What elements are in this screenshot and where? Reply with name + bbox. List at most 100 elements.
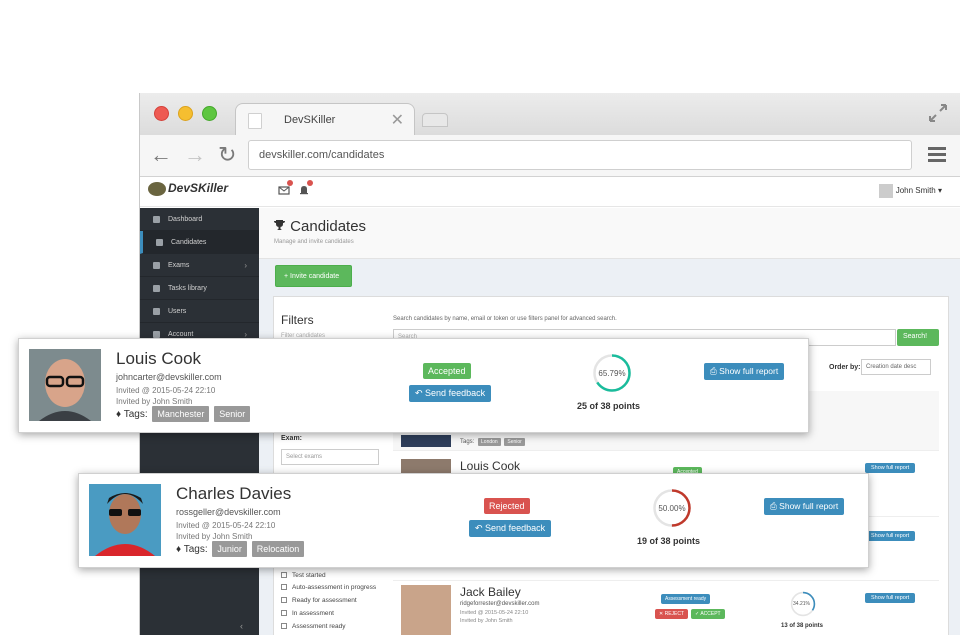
candidate-name[interactable]: Jack Bailey <box>460 585 521 599</box>
candidate-name[interactable]: Louis Cook <box>116 349 201 369</box>
screenshot-stage: DevSKiller ✕ ← → ↻ devskiller.com/candid… <box>0 0 960 635</box>
envelope-icon[interactable] <box>278 180 293 195</box>
candidate-photo <box>89 484 161 556</box>
candidate-photo <box>401 435 451 447</box>
score-percent: 50.00% <box>658 504 686 513</box>
score-percent: 34.21% <box>793 601 810 607</box>
show-report-button[interactable]: Show full report <box>865 593 916 603</box>
browser-tab[interactable]: DevSKiller ✕ <box>235 103 415 135</box>
show-full-report-button[interactable]: ⎙ Show full report <box>704 363 785 380</box>
gear-icon <box>153 331 160 338</box>
tag[interactable]: Manchester <box>152 406 210 422</box>
filter-checkbox-ready-for-assessment[interactable]: Ready for assessment <box>281 597 357 604</box>
sidebar-item-dashboard[interactable]: Dashboard <box>140 208 259 231</box>
score-points: 19 of 38 points <box>637 536 701 546</box>
tags-icon: ♦ <box>176 544 182 555</box>
exam-label: Exam: <box>281 435 303 442</box>
filter-checkbox-auto-assessment[interactable]: Auto-assessment in progress <box>281 584 376 591</box>
send-feedback-button[interactable]: ↶ Send feedback <box>409 385 492 402</box>
search-hint: Search candidates by name, email or toke… <box>393 316 617 322</box>
candidate-photo <box>29 349 101 421</box>
bell-icon[interactable] <box>298 180 313 195</box>
status-badge: Accepted <box>423 363 471 379</box>
page-subtitle: Manage and invite candidates <box>274 239 354 245</box>
address-bar[interactable]: devskiller.com/candidates <box>248 140 912 170</box>
invited-date: Invited @ 2015-05-24 22:10 <box>460 610 529 616</box>
status-badge: Rejected <box>484 498 530 514</box>
show-report-button[interactable]: Show full report <box>865 531 916 541</box>
candidate-name[interactable]: Louis Cook <box>460 459 520 473</box>
avatar <box>878 184 893 198</box>
reload-icon[interactable]: ↻ <box>218 144 236 166</box>
trophy-icon <box>156 239 163 246</box>
reject-button[interactable]: ✕ REJECT <box>655 609 689 619</box>
candidate-tags: Tags: London Senior <box>460 438 525 446</box>
maximize-window-button[interactable] <box>202 106 217 121</box>
filter-checkbox-in-assessment[interactable]: In assessment <box>281 610 334 617</box>
send-feedback-button[interactable]: ↶ Send feedback <box>469 520 552 537</box>
user-menu[interactable]: John Smith ▾ <box>878 184 942 198</box>
candidate-email: rossgeller@devskiller.com <box>176 507 281 517</box>
score-points: 25 of 38 points <box>577 401 641 411</box>
page-header: Candidates Manage and invite candidates <box>259 208 960 259</box>
invited-date: Invited @ 2015-05-24 22:10 <box>176 521 276 530</box>
order-by-select[interactable]: Creation date desc <box>861 359 931 375</box>
home-icon <box>153 216 160 223</box>
tag[interactable]: Relocation <box>251 541 305 557</box>
show-full-report-button[interactable]: ⎙ Show full report <box>764 498 845 515</box>
trophy-icon <box>274 220 285 230</box>
fullscreen-icon[interactable] <box>928 103 948 123</box>
invite-candidate-button[interactable]: + Invite candidate <box>275 265 352 287</box>
status-badge: Assessment ready <box>661 594 711 604</box>
close-icon[interactable]: ✕ <box>391 110 404 130</box>
tags-icon: ♦ <box>116 409 122 420</box>
forward-arrow-icon[interactable]: → <box>184 144 206 166</box>
accept-button[interactable]: ✓ ACCEPT <box>691 609 725 619</box>
score-percent: 65.79% <box>598 369 626 378</box>
app-topbar: DevSKiller John Smith ▾ <box>140 177 960 207</box>
filters-title: Filters <box>281 313 314 327</box>
filter-checkbox-test-started[interactable]: Test started <box>281 572 326 579</box>
invited-by: Invited by John Smith <box>460 618 513 624</box>
show-report-button[interactable]: Show full report <box>865 463 916 473</box>
minimize-window-button[interactable] <box>178 106 193 121</box>
invited-date: Invited @ 2015-05-24 22:10 <box>116 386 216 395</box>
sidebar-item-candidates[interactable]: Candidates <box>140 231 259 254</box>
chevron-right-icon: › <box>244 261 247 270</box>
order-by-label: Order by: <box>829 364 861 371</box>
sidebar-item-tasks-library[interactable]: Tasks library <box>140 277 259 300</box>
sidebar-item-users[interactable]: Users <box>140 300 259 323</box>
list-item[interactable]: Jack Bailey ridgeforrester@devskiller.co… <box>393 581 939 635</box>
browser-toolbar: ← → ↻ devskiller.com/candidates <box>140 135 960 177</box>
candidate-email: johncarter@devskiller.com <box>116 372 222 382</box>
score-points: 13 of 38 points <box>781 623 824 629</box>
hamburger-menu-icon[interactable] <box>928 147 946 162</box>
users-icon <box>153 308 160 315</box>
app-logo[interactable]: DevSKiller <box>148 181 228 196</box>
page-icon <box>248 113 262 129</box>
candidate-tags: ♦ Tags: Manchester Senior <box>116 406 251 422</box>
candidate-card-louis-cook[interactable]: Louis Cook johncarter@devskiller.com Inv… <box>18 338 809 433</box>
sidebar-item-exams[interactable]: Exams › <box>140 254 259 277</box>
candidate-card-charles-davies[interactable]: Charles Davies rossgeller@devskiller.com… <box>78 473 869 568</box>
candidate-email: ridgeforrester@devskiller.com <box>460 601 540 607</box>
sitemap-icon <box>153 285 160 292</box>
search-button[interactable]: Search! <box>897 329 939 346</box>
candidate-name[interactable]: Charles Davies <box>176 484 291 504</box>
candidate-tags: ♦ Tags: Junior Relocation <box>176 541 305 557</box>
back-arrow-icon[interactable]: ← <box>150 144 172 166</box>
invited-by: Invited by John Smith <box>116 397 193 406</box>
url-text: devskiller.com/candidates <box>259 149 385 161</box>
page-title: Candidates <box>273 218 366 235</box>
exam-select[interactable]: Select exams <box>281 449 379 465</box>
book-icon <box>153 262 160 269</box>
filter-checkbox-assessment-ready[interactable]: Assessment ready <box>281 623 345 630</box>
tab-title: DevSKiller <box>284 114 336 126</box>
collapse-sidebar-icon[interactable]: ‹ <box>240 621 243 631</box>
tag[interactable]: Senior <box>214 406 251 422</box>
new-tab-button[interactable] <box>422 113 448 127</box>
candidate-photo <box>401 585 451 635</box>
browser-titlebar: DevSKiller ✕ <box>140 93 960 135</box>
tag[interactable]: Junior <box>212 541 247 557</box>
close-window-button[interactable] <box>154 106 169 121</box>
